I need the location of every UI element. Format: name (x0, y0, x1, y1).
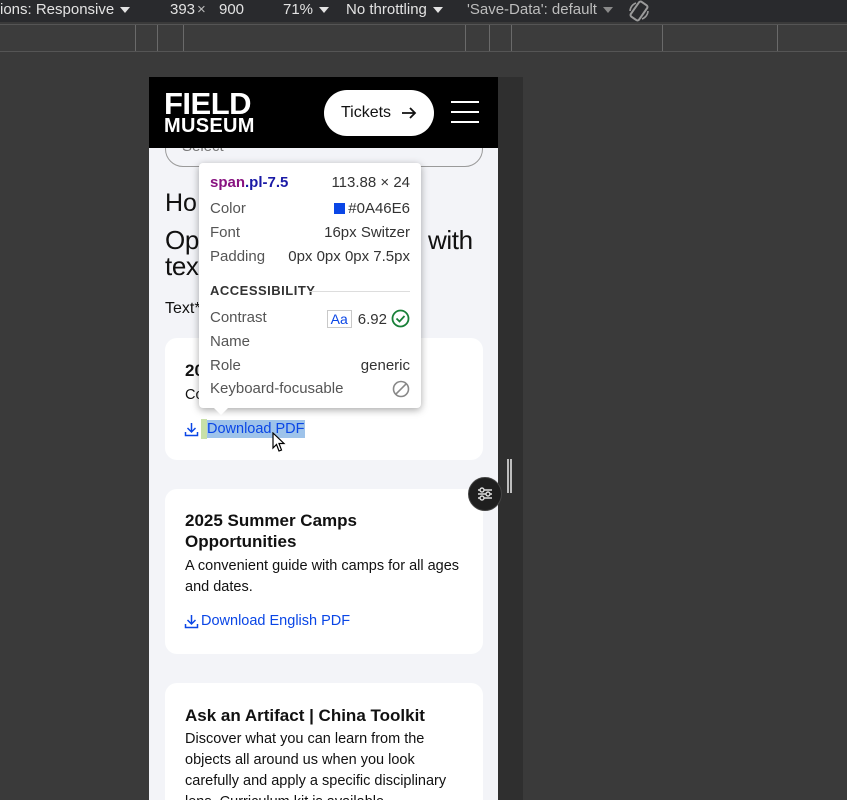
sliders-icon[interactable] (468, 477, 502, 511)
padding-value: 0px 0px 0px 7.5px (288, 248, 410, 265)
element-tag: span (210, 174, 246, 191)
color-value: #0A46E6 (348, 200, 410, 217)
card-title: Ask an Artifact | China Toolkit (185, 706, 425, 725)
download-english-pdf-link[interactable]: Download English PDF (184, 613, 350, 629)
download-pdf-link[interactable]: Download PDF (184, 419, 305, 439)
times-separator: × (197, 1, 206, 18)
color-swatch (334, 203, 346, 214)
devtools-device-toolbar: ions: Responsive 393 × 900 71% No thrott… (0, 0, 847, 22)
element-size: 113.88 × 24 (331, 174, 410, 191)
element-class: .pl-7.5 (245, 174, 289, 191)
role-value: generic (360, 357, 410, 374)
caret-down-icon (319, 7, 330, 14)
rotate-icon[interactable] (627, 0, 651, 27)
field-museum-logo[interactable]: FIELD MUSEUM (164, 88, 255, 136)
contrast-sample: Aa (326, 310, 352, 328)
section-heading: Ho (165, 189, 197, 217)
width-input[interactable]: 393 (170, 1, 195, 18)
save-data-dropdown[interactable]: 'Save-Data': default (467, 1, 613, 18)
caret-down-icon (602, 7, 613, 14)
cursor-icon (272, 432, 286, 452)
arrow-right-icon (402, 107, 417, 119)
resource-card: 2025 Summer Camps Opportunities A conven… (165, 489, 483, 654)
zoom-dropdown[interactable]: 71% (283, 1, 330, 18)
font-value: 16px Switzer (324, 224, 410, 241)
resize-handle[interactable] (507, 459, 512, 493)
download-icon (184, 614, 199, 628)
card-description: Discover what you can learn from the obj… (185, 731, 447, 800)
dimensions-dropdown[interactable]: ions: Responsive (0, 1, 131, 18)
accessibility-title: ACCESSIBILITY (210, 283, 316, 298)
throttling-dropdown[interactable]: No throttling (346, 1, 443, 18)
height-input[interactable]: 900 (219, 1, 244, 18)
media-query-ruler[interactable] (0, 24, 847, 52)
check-circle-icon (391, 309, 410, 328)
page-note: Text* (165, 300, 201, 317)
divider (309, 291, 410, 292)
caret-down-icon (432, 7, 443, 14)
card-description: A convenient guide with camps for all ag… (185, 558, 460, 595)
inspect-tooltip: span.pl-7.5 113.88 × 24 Color #0A46E6 Fo… (199, 163, 421, 415)
download-icon (184, 422, 199, 436)
menu-icon[interactable] (451, 101, 479, 123)
card-title: 2025 Summer Camps Opportunities (185, 511, 357, 551)
viewport-gutter (498, 77, 523, 800)
caret-down-icon (120, 7, 131, 14)
site-header: FIELD MUSEUM Tickets (149, 77, 498, 148)
tickets-button[interactable]: Tickets (324, 90, 434, 136)
resource-card: Ask an Artifact | China Toolkit Discover… (165, 683, 483, 800)
contrast-value: 6.92 (357, 311, 387, 328)
not-allowed-icon (392, 380, 410, 398)
